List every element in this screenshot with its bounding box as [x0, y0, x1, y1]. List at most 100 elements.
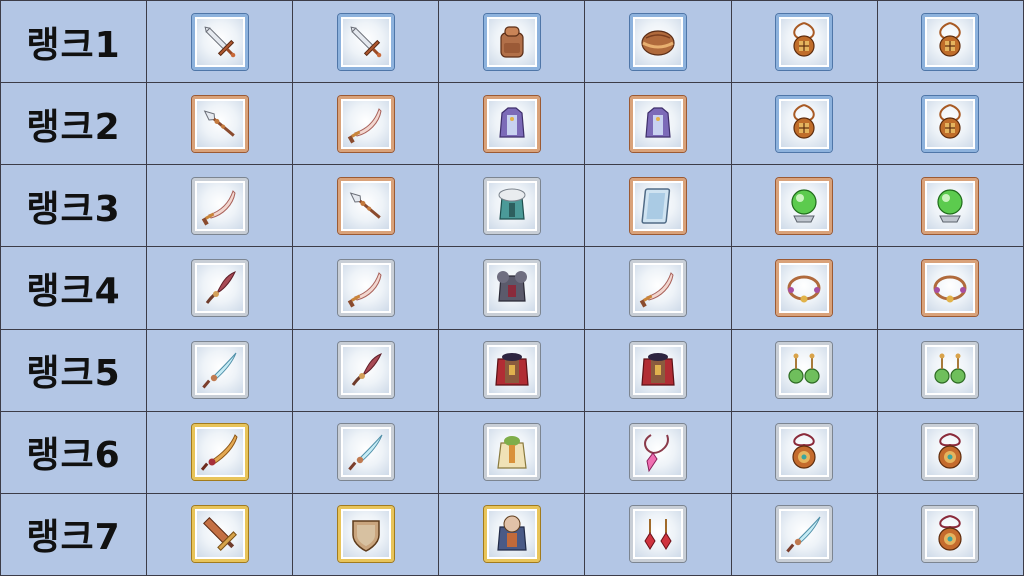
- equipment-slot[interactable]: [922, 424, 979, 481]
- equipment-slot[interactable]: [630, 424, 687, 481]
- equipment-slot[interactable]: [191, 342, 248, 399]
- rank-row: 랭크3: [0, 164, 1024, 248]
- equipment-cell: [292, 410, 440, 494]
- equipment-slot[interactable]: [776, 342, 833, 399]
- equipment-slot[interactable]: [922, 13, 979, 70]
- equipment-cell: [730, 164, 878, 248]
- equipment-slot[interactable]: [337, 95, 394, 152]
- equipment-cell: [438, 492, 586, 576]
- equipment-slot[interactable]: [776, 13, 833, 70]
- equipment-cell: [876, 82, 1024, 166]
- equipment-cell: [292, 328, 440, 412]
- equipment-slot[interactable]: [483, 342, 540, 399]
- equipment-slot[interactable]: [922, 259, 979, 316]
- equipment-slot[interactable]: [630, 13, 687, 70]
- equipment-slot[interactable]: [922, 95, 979, 152]
- equipment-slot[interactable]: [922, 177, 979, 234]
- equipment-slot[interactable]: [630, 259, 687, 316]
- equipment-cell: [876, 0, 1024, 84]
- equipment-slot[interactable]: [191, 13, 248, 70]
- equipment-cell: [145, 410, 294, 494]
- equipment-cell: [876, 164, 1024, 248]
- equipment-cell: [584, 246, 732, 330]
- equipment-slot[interactable]: [337, 259, 394, 316]
- curved-blade-icon: [205, 271, 236, 304]
- equipment-cell: [145, 164, 294, 248]
- equipment-slot[interactable]: [337, 424, 394, 481]
- equipment-slot[interactable]: [337, 177, 394, 234]
- rank-row: 랭크6: [0, 410, 1024, 494]
- curved-blade-icon: [351, 353, 382, 387]
- rank-row: 랭크4: [0, 246, 1024, 330]
- equipment-slot[interactable]: [630, 177, 687, 234]
- golden-blade-icon: [200, 434, 238, 471]
- equipment-slot[interactable]: [922, 342, 979, 399]
- equipment-cell: [730, 82, 878, 166]
- equipment-slot[interactable]: [483, 177, 540, 234]
- medallion-icon: [792, 433, 816, 469]
- rank-row: 랭크5: [0, 328, 1024, 412]
- caped-armor-icon: [495, 353, 529, 386]
- equipment-slot[interactable]: [337, 342, 394, 399]
- robe-armor-icon: [645, 107, 671, 138]
- equipment-cell: [876, 246, 1024, 330]
- equipment-slot[interactable]: [630, 342, 687, 399]
- equipment-slot[interactable]: [191, 259, 248, 316]
- equipment-cell: [438, 328, 586, 412]
- equipment-slot[interactable]: [776, 424, 833, 481]
- fur-armor-icon: [498, 188, 526, 220]
- equipment-slot[interactable]: [630, 95, 687, 152]
- equipment-cell: [438, 246, 586, 330]
- equipment-slot[interactable]: [483, 13, 540, 70]
- hooded-armor-icon: [497, 515, 527, 552]
- amulet-icon: [793, 103, 815, 139]
- equipment-slot[interactable]: [483, 95, 540, 152]
- equipment-slot[interactable]: [337, 506, 394, 563]
- equipment-cell: [292, 164, 440, 248]
- equipment-cell: [438, 410, 586, 494]
- equipment-cell: [584, 164, 732, 248]
- equipment-cell: [438, 164, 586, 248]
- backpack-icon: [500, 25, 524, 58]
- equipment-cell: [730, 410, 878, 494]
- equipment-slot[interactable]: [776, 506, 833, 563]
- equipment-slot[interactable]: [191, 177, 248, 234]
- equipment-slot[interactable]: [483, 424, 540, 481]
- shield-icon: [641, 188, 671, 224]
- crystal-orb-icon: [791, 189, 817, 223]
- green-robe-icon: [497, 436, 527, 469]
- equipment-slot[interactable]: [483, 259, 540, 316]
- pink-pendant-icon: [644, 434, 669, 473]
- equipment-cell: [730, 492, 878, 576]
- spear-icon: [349, 192, 381, 219]
- green-earrings-icon: [934, 353, 966, 384]
- equipment-cell: [292, 0, 440, 84]
- equipment-slot[interactable]: [922, 506, 979, 563]
- equipment-cell: [876, 410, 1024, 494]
- equipment-slot[interactable]: [776, 177, 833, 234]
- rank-label: 랭크7: [0, 492, 147, 576]
- equipment-cell: [292, 246, 440, 330]
- bracelet-icon: [787, 275, 821, 303]
- equipment-cell: [584, 328, 732, 412]
- equipment-cell: [876, 328, 1024, 412]
- scimitar-icon: [639, 272, 674, 308]
- equipment-slot[interactable]: [191, 506, 248, 563]
- rank-row: 랭크2: [0, 82, 1024, 166]
- scimitar-icon: [347, 107, 382, 144]
- equipment-cell: [145, 82, 294, 166]
- equipment-slot[interactable]: [776, 259, 833, 316]
- equipment-slot[interactable]: [191, 95, 248, 152]
- equipment-cell: [145, 328, 294, 412]
- rank-label: 랭크2: [0, 82, 147, 166]
- amulet-icon: [939, 21, 962, 57]
- round-shield-icon: [351, 520, 380, 553]
- equipment-slot[interactable]: [776, 95, 833, 152]
- scimitar-icon: [201, 189, 236, 226]
- equipment-slot[interactable]: [483, 506, 540, 563]
- equipment-slot[interactable]: [630, 506, 687, 563]
- equipment-cell: [730, 246, 878, 330]
- equipment-slot[interactable]: [191, 424, 248, 481]
- equipment-slot[interactable]: [337, 13, 394, 70]
- great-sword-icon: [202, 517, 237, 552]
